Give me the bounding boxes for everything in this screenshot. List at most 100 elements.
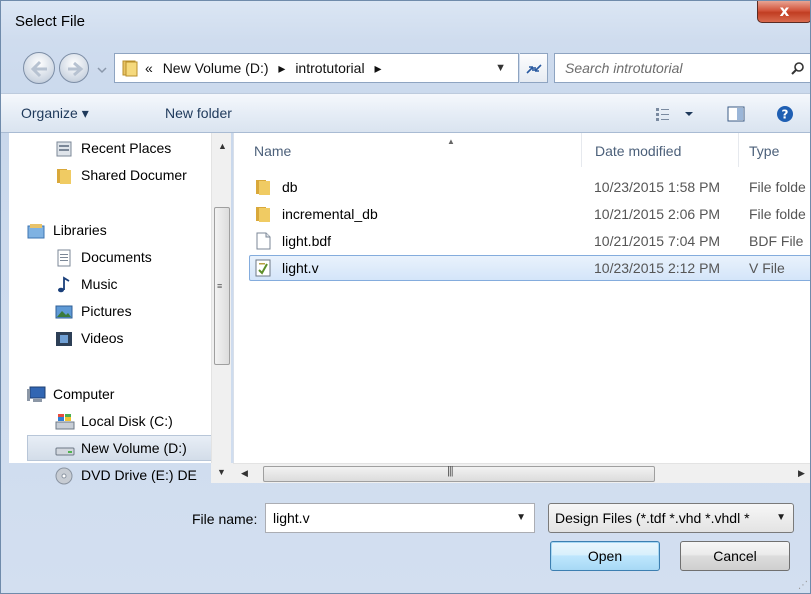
dvd-icon	[55, 467, 73, 485]
scroll-right-icon[interactable]: ▶	[798, 468, 805, 479]
file-name: light.bdf	[282, 233, 332, 249]
computer-icon	[27, 386, 46, 402]
scroll-grip-icon: ≡	[217, 281, 223, 291]
drive-icon	[55, 447, 75, 456]
file-type-filter-select[interactable]: Design Files (*.tdf *.vhd *.vhdl * ▼	[548, 503, 794, 533]
column-divider[interactable]	[738, 133, 739, 167]
change-view-icon[interactable]	[655, 106, 699, 122]
forward-button[interactable]	[59, 53, 89, 83]
scroll-left-icon[interactable]: ◀	[241, 468, 248, 479]
chevron-down-icon: ▼	[776, 512, 786, 523]
breadcrumb: « New Volume (D:) ▸ introtutorial ▸	[145, 60, 388, 77]
select-file-dialog: Select File x « New Volume (D:) ▸ introt…	[0, 0, 811, 594]
window-title: Select File	[15, 13, 86, 30]
column-header-name[interactable]: Name	[254, 143, 291, 159]
search-input[interactable]: Search introtutorial	[565, 60, 683, 76]
nav-item-label: Music	[81, 276, 118, 292]
new-folder-button[interactable]: New folder	[165, 105, 232, 121]
scroll-down-icon[interactable]: ▼	[217, 467, 226, 477]
resize-grip-icon[interactable]: ⋰	[798, 580, 808, 591]
file-name: db	[282, 179, 298, 195]
help-icon[interactable]: ?	[776, 105, 794, 123]
close-button[interactable]: x	[757, 1, 810, 23]
nav-pane-vertical-scrollbar[interactable]: ▲ ≡	[211, 133, 231, 463]
back-button[interactable]	[23, 52, 55, 84]
folder-icon	[57, 169, 71, 184]
file-type: File folde	[749, 179, 806, 195]
navigation-pane[interactable]: Recent Places Shared Documer Libraries D…	[9, 133, 231, 485]
file-date: 10/21/2015 2:06 PM	[594, 206, 721, 222]
refresh-button[interactable]	[520, 53, 548, 83]
nav-item-label: Local Disk (C:)	[81, 413, 173, 429]
breadcrumb-new-volume[interactable]: New Volume (D:)	[163, 60, 269, 76]
file-name: light.v	[282, 260, 319, 276]
file-type: BDF File	[749, 233, 804, 249]
file-name-label: File name:	[192, 511, 258, 527]
file-name-combobox[interactable]: ▼	[265, 503, 535, 533]
libraries-icon	[27, 224, 45, 239]
nav-item-label: Documents	[81, 249, 152, 265]
column-header-type[interactable]: Type	[749, 143, 779, 159]
cancel-button[interactable]: Cancel	[680, 541, 790, 571]
address-bar[interactable]: « New Volume (D:) ▸ introtutorial ▸ ▼	[114, 53, 519, 83]
nav-item-label: Videos	[81, 330, 124, 346]
refresh-icon	[526, 64, 542, 74]
preview-pane-icon[interactable]	[727, 106, 745, 122]
nav-item-label: Libraries	[53, 222, 107, 238]
command-toolbar: Organize ▾ New folder ?	[1, 93, 810, 133]
file-name-input[interactable]	[266, 504, 506, 532]
nav-item-label: DVD Drive (E:) DE	[81, 467, 197, 483]
open-button[interactable]: Open	[550, 541, 660, 571]
file-list[interactable]: Name ▲ Date modified Type db 10/23/2015 …	[233, 133, 810, 463]
nav-item-label: New Volume (D:)	[81, 440, 187, 456]
forward-arrow-icon	[68, 61, 84, 77]
local-disk-icon	[55, 414, 75, 430]
verilog-file-icon	[255, 259, 271, 277]
file-list-horizontal-scrollbar[interactable]: ◀ ||| ▶	[233, 463, 810, 483]
file-type-filter-value: Design Files (*.tdf *.vhd *.vhdl *	[555, 510, 750, 526]
breadcrumb-separator[interactable]: ▸	[278, 60, 285, 76]
recent-places-icon	[56, 141, 72, 157]
breadcrumb-overflow[interactable]: «	[145, 60, 153, 76]
file-date: 10/21/2015 7:04 PM	[594, 233, 721, 249]
file-date: 10/23/2015 2:12 PM	[594, 260, 721, 276]
search-icon[interactable]	[791, 61, 805, 75]
pictures-icon	[55, 305, 73, 319]
organize-button[interactable]: Organize ▾	[21, 105, 89, 122]
file-type: V File	[749, 260, 785, 276]
back-arrow-icon	[30, 60, 47, 78]
folder-icon	[256, 207, 270, 222]
scrollbar-thumb[interactable]	[263, 466, 655, 482]
address-dropdown-icon[interactable]: ▼	[495, 62, 506, 74]
file-type: File folde	[749, 206, 806, 222]
file-row-light-v[interactable]: light.v 10/23/2015 2:12 PM V File	[249, 255, 810, 281]
nav-item-label: Shared Documer	[81, 167, 187, 183]
column-divider[interactable]	[581, 133, 582, 167]
chevron-down-icon[interactable]: ▼	[516, 512, 526, 523]
svg-text:?: ?	[782, 108, 789, 122]
file-row-light-bdf[interactable]: light.bdf 10/21/2015 7:04 PM BDF File	[250, 229, 810, 255]
column-header-date-modified[interactable]: Date modified	[595, 143, 681, 159]
file-icon	[256, 232, 271, 250]
file-date: 10/23/2015 1:58 PM	[594, 179, 721, 195]
scroll-up-icon[interactable]: ▲	[218, 141, 227, 151]
folder-icon	[256, 180, 270, 195]
title-bar[interactable]: Select File x	[1, 1, 810, 41]
breadcrumb-introtutorial[interactable]: introtutorial	[295, 60, 364, 76]
nav-item-label: Pictures	[81, 303, 132, 319]
file-name: incremental_db	[282, 206, 378, 222]
nav-item-label: Computer	[53, 386, 115, 402]
documents-icon	[57, 249, 71, 267]
recent-pages-chevron-icon[interactable]	[97, 65, 107, 75]
sort-ascending-icon: ▲	[447, 137, 455, 146]
search-box[interactable]: Search introtutorial	[554, 53, 810, 83]
nav-pane-scroll-down[interactable]: ▼	[211, 463, 233, 483]
nav-item-label: Recent Places	[81, 140, 172, 156]
videos-icon	[56, 332, 72, 346]
file-row-incremental-db[interactable]: incremental_db 10/21/2015 2:06 PM File f…	[250, 202, 810, 228]
breadcrumb-separator[interactable]: ▸	[374, 60, 381, 76]
scroll-grip-icon: |||	[447, 465, 454, 477]
folder-icon	[122, 60, 138, 77]
file-row-db[interactable]: db 10/23/2015 1:58 PM File folde	[250, 175, 810, 201]
music-icon	[58, 276, 70, 293]
